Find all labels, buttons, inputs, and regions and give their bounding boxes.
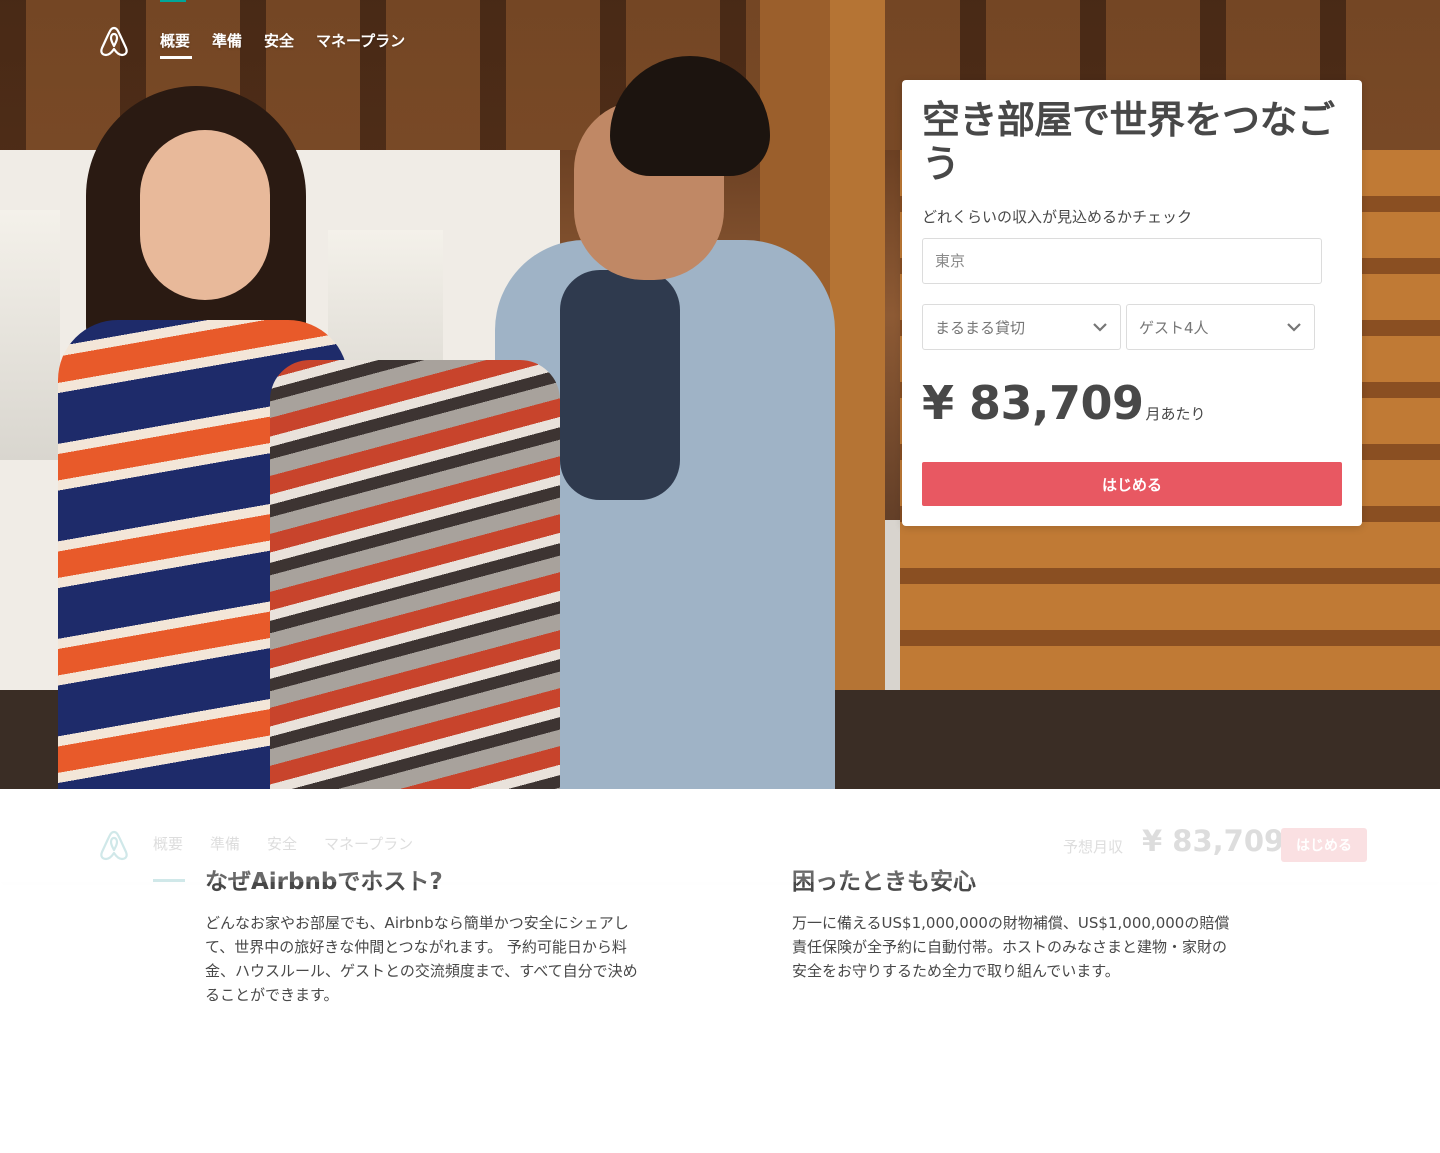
location-input[interactable]	[923, 239, 1321, 283]
striped-blanket	[270, 360, 560, 789]
wood-column-2	[830, 0, 885, 789]
sticky-nav-safety[interactable]: 安全	[267, 833, 297, 854]
sticky-nav-preparation[interactable]: 準備	[210, 833, 240, 854]
chevron-down-icon	[1287, 323, 1301, 332]
sticky-subnav: 概要 準備 安全 マネープラン 予想月収 ¥ 83,709 はじめる	[0, 789, 1440, 882]
nav-preparation[interactable]: 準備	[212, 30, 242, 51]
sticky-nav-overview[interactable]: 概要	[153, 833, 183, 854]
location-field	[922, 238, 1322, 284]
nav-safety[interactable]: 安全	[264, 30, 294, 51]
hero-subtitle: どれくらいの収入が見込めるかチェック	[922, 208, 1193, 226]
nav-active-indicator	[160, 56, 192, 59]
price-value: ¥ 83,709	[922, 376, 1144, 430]
top-accent-line	[160, 0, 186, 2]
sticky-start-button[interactable]: はじめる	[1281, 828, 1367, 862]
price-unit: 月あたり	[1145, 405, 1206, 423]
start-button[interactable]: はじめる	[922, 462, 1342, 506]
window-left	[0, 210, 60, 460]
woman-face	[140, 130, 270, 300]
sticky-nav-money-plan[interactable]: マネープラン	[324, 833, 413, 854]
estimate-label: 予想月収	[1063, 838, 1124, 856]
guests-select[interactable]: ゲスト4人	[1126, 304, 1315, 350]
nav-overview[interactable]: 概要	[160, 30, 190, 51]
protection-body: 万一に備えるUS$1,000,000の財物補償、US$1,000,000の賠償責…	[792, 914, 1230, 980]
room-type-value: まるまる貸切	[935, 318, 1026, 337]
sticky-nav-active-indicator	[153, 879, 185, 882]
man-tshirt	[560, 270, 680, 500]
airbnb-logo-icon[interactable]	[99, 25, 129, 57]
price-estimate: ¥ 83,709 月あたり	[922, 376, 1206, 430]
hero-title: 空き部屋で世界をつなごう	[922, 98, 1335, 186]
why-host-body: どんなお家やお部屋でも、Airbnbなら簡単かつ安全にシェアして、世界中の旅好き…	[205, 914, 638, 1004]
estimate-value: ¥ 83,709	[1142, 824, 1285, 858]
room-type-select[interactable]: まるまる貸切	[922, 304, 1121, 350]
airbnb-logo-icon[interactable]	[99, 829, 129, 861]
top-navigation: 概要 準備 安全 マネープラン	[0, 0, 1440, 80]
guests-value: ゲスト4人	[1139, 318, 1209, 337]
chevron-down-icon	[1093, 323, 1107, 332]
nav-money-plan[interactable]: マネープラン	[316, 30, 405, 51]
earnings-estimator-card: 空き部屋で世界をつなごう どれくらいの収入が見込めるかチェック まるまる貸切 ゲ…	[902, 80, 1362, 526]
